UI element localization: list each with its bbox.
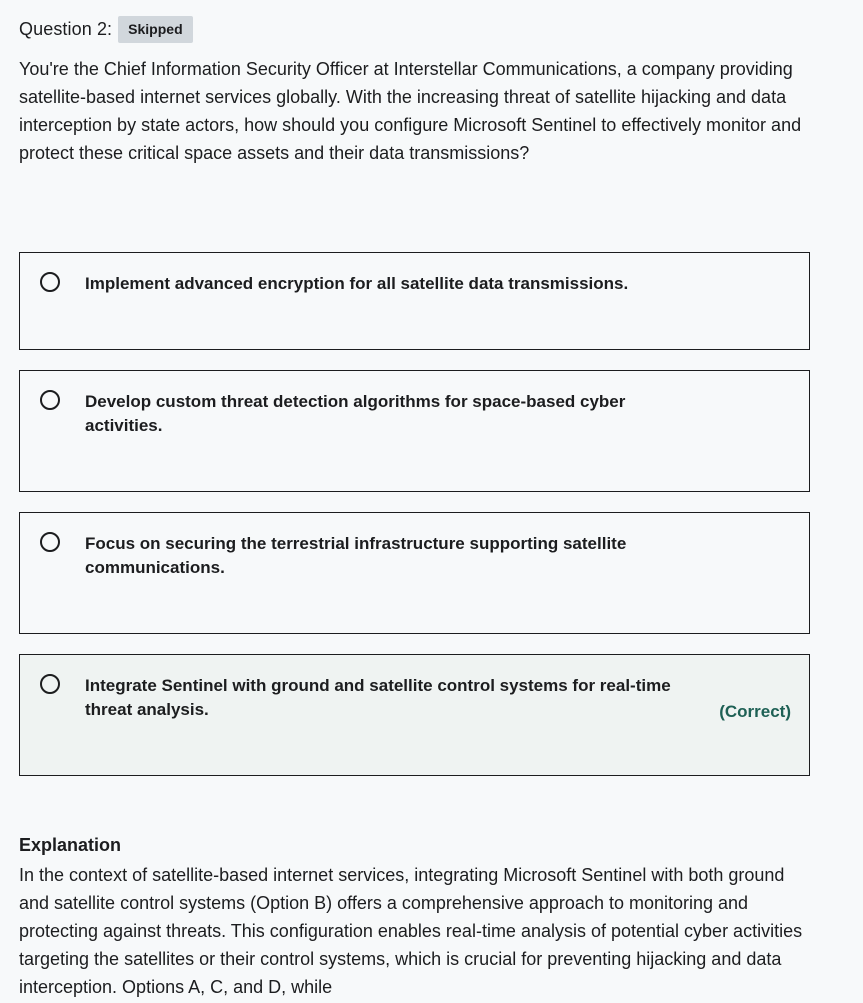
radio-button[interactable] xyxy=(40,674,60,694)
correct-indicator: (Correct) xyxy=(719,702,791,721)
answer-option-text: Develop custom threat detection algorith… xyxy=(85,392,626,435)
answer-option-text: Implement advanced encryption for all sa… xyxy=(85,274,629,293)
answer-option-a[interactable]: Implement advanced encryption for all sa… xyxy=(19,252,810,350)
explanation-heading: Explanation xyxy=(19,835,122,855)
answer-option-b[interactable]: Develop custom threat detection algorith… xyxy=(19,370,810,492)
answer-option-c[interactable]: Focus on securing the terrestrial infras… xyxy=(19,512,810,634)
radio-button[interactable] xyxy=(40,532,60,552)
question-header: Question 2: Skipped xyxy=(19,16,193,43)
radio-button[interactable] xyxy=(40,390,60,410)
explanation-text: In the context of satellite-based intern… xyxy=(19,865,803,997)
question-number-label: Question 2: xyxy=(19,19,113,39)
status-badge: Skipped xyxy=(118,16,193,43)
answer-option-text: Integrate Sentinel with ground and satel… xyxy=(85,676,671,719)
answer-option-d[interactable]: Integrate Sentinel with ground and satel… xyxy=(19,654,810,776)
question-page: Question 2: Skipped You're the Chief Inf… xyxy=(0,0,863,1003)
question-prompt: You're the Chief Information Security Of… xyxy=(19,59,802,163)
answer-option-text: Focus on securing the terrestrial infras… xyxy=(85,534,627,577)
radio-button[interactable] xyxy=(40,272,60,292)
